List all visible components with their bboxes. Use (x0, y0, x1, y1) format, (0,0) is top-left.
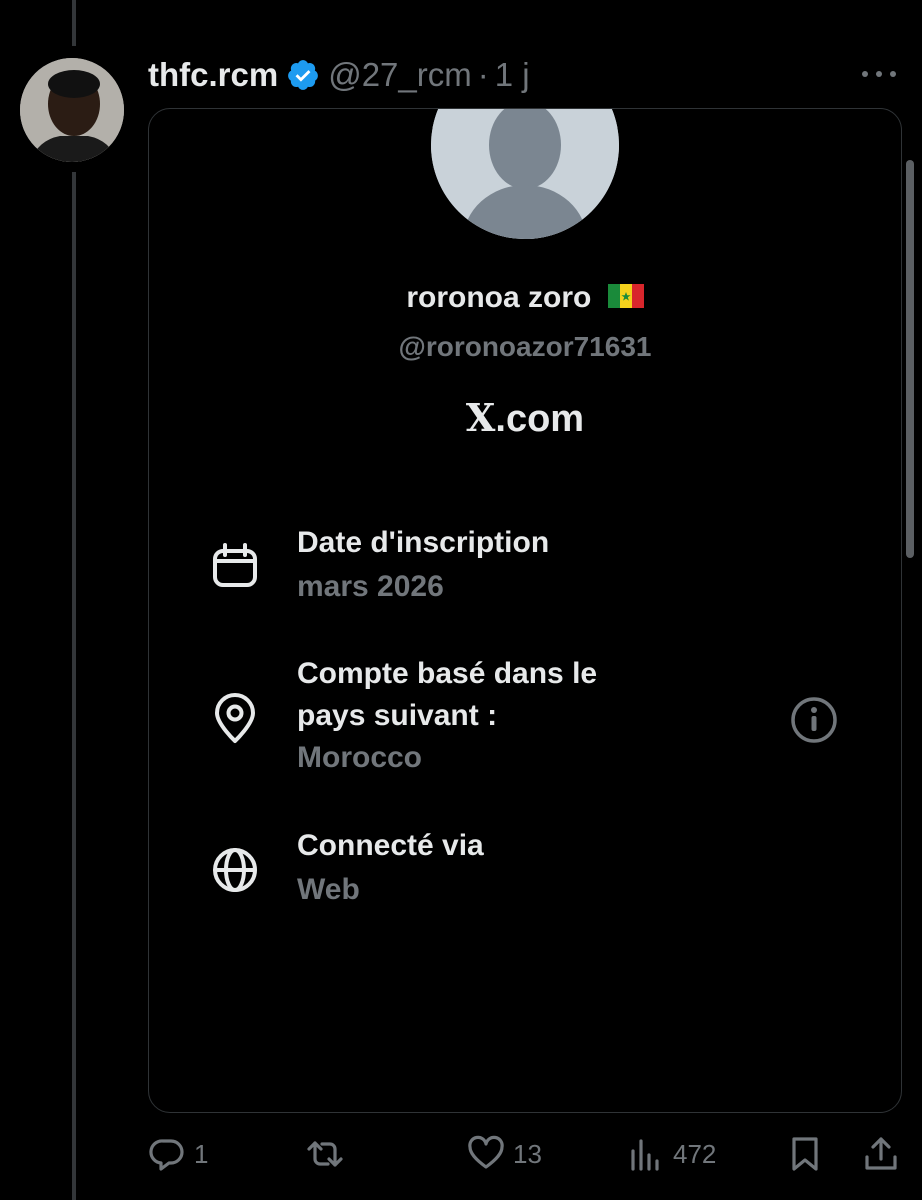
joined-date-label: Date d'inscription (297, 526, 550, 559)
verified-badge-icon (288, 60, 319, 90)
scrollbar[interactable] (906, 160, 914, 558)
connected-via-label: Connecté via (297, 829, 484, 862)
tweet-time[interactable]: 1 j (495, 56, 530, 94)
thread-line-top (72, 0, 76, 46)
connected-via-value: Web (297, 873, 360, 906)
repost-icon (307, 1141, 343, 1167)
heart-icon (468, 1135, 504, 1169)
share-button[interactable] (862, 1126, 900, 1182)
x-logo-letter: X (465, 395, 496, 440)
profile-name: roronoa zoro (406, 281, 592, 314)
like-count: 13 (513, 1138, 542, 1169)
tweet-actions-bar: 1 13 472 (0, 1126, 922, 1182)
author-name[interactable]: thfc.rcm (148, 56, 278, 94)
like-button[interactable]: 13 (467, 1126, 542, 1182)
reply-button[interactable]: 1 (148, 1126, 208, 1182)
account-country-label-line2: pays suivant : (297, 699, 498, 732)
senegal-flag-icon (607, 284, 644, 309)
location-pin-icon (215, 693, 255, 743)
joined-date-value: mars 2026 (297, 570, 444, 603)
account-country-label-line1: Compte basé dans le (297, 657, 598, 690)
site-domain: .com (495, 398, 585, 440)
more-dot (862, 71, 868, 77)
share-icon (865, 1137, 897, 1170)
thread-line (72, 172, 76, 1200)
more-dot (890, 71, 896, 77)
more-options-icon[interactable] (862, 62, 896, 86)
more-dot (876, 71, 882, 77)
reply-icon (149, 1139, 184, 1171)
view-count: 472 (673, 1138, 717, 1169)
calendar-icon (213, 543, 257, 587)
bookmark-icon (792, 1137, 818, 1171)
author-avatar[interactable] (20, 58, 124, 162)
bookmark-button[interactable] (786, 1126, 824, 1182)
author-handle[interactable]: @27_rcm (328, 56, 472, 94)
repost-button[interactable] (306, 1126, 352, 1182)
account-country-value: Morocco (297, 741, 423, 774)
tweet-header: thfc.rcm @27_rcm · 1 j (148, 52, 530, 98)
separator-dot: · (477, 56, 489, 93)
site-label: X.com (149, 395, 901, 441)
reply-count: 1 (194, 1138, 209, 1169)
info-icon[interactable] (789, 695, 839, 745)
views-button[interactable]: 472 (627, 1126, 716, 1182)
globe-icon (213, 848, 257, 892)
attached-image-card[interactable]: roronoa zoro @roronoazor71631 X.com Date… (148, 108, 902, 1113)
analytics-icon (631, 1139, 659, 1171)
default-profile-picture (431, 109, 619, 239)
profile-name-row: roronoa zoro (149, 281, 901, 315)
profile-handle: @roronoazor71631 (398, 331, 652, 362)
